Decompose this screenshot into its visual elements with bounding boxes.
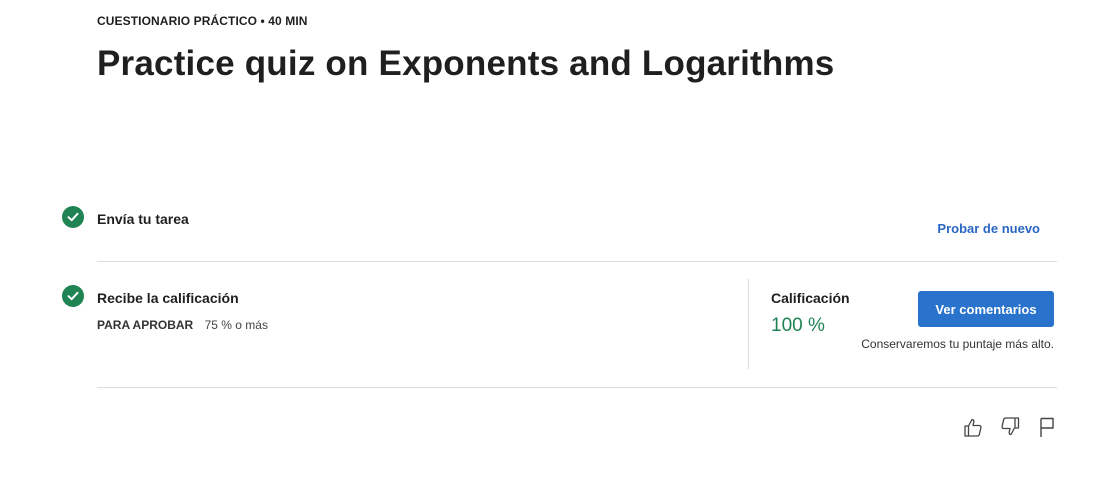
check-circle-icon xyxy=(62,206,84,228)
grade-label: Calificación xyxy=(771,290,850,306)
pass-label: PARA APROBAR xyxy=(97,318,194,332)
feedback-tools xyxy=(962,415,1058,439)
view-feedback-button[interactable]: Ver comentarios xyxy=(918,291,1054,327)
grade-step-title: Recibe la calificación xyxy=(97,290,239,306)
flag-icon[interactable] xyxy=(1036,415,1058,439)
thumbs-up-icon[interactable] xyxy=(962,415,984,439)
grade-value: 100 % xyxy=(771,315,825,336)
divider xyxy=(97,261,1057,262)
passing-requirement: PARA APROBAR 75 % o más xyxy=(97,318,268,332)
divider xyxy=(97,387,1057,388)
quiz-eyebrow: CUESTIONARIO PRÁCTICO • 40 MIN xyxy=(97,14,308,28)
pass-value: 75 % o más xyxy=(204,318,268,332)
check-circle-icon xyxy=(62,285,84,307)
page-title: Practice quiz on Exponents and Logarithm… xyxy=(97,44,835,83)
thumbs-down-icon[interactable] xyxy=(999,415,1021,439)
highest-score-note: Conservaremos tu puntaje más alto. xyxy=(861,337,1054,351)
submit-step-title: Envía tu tarea xyxy=(97,211,189,227)
vertical-divider xyxy=(748,279,749,369)
retry-link[interactable]: Probar de nuevo xyxy=(937,221,1040,236)
